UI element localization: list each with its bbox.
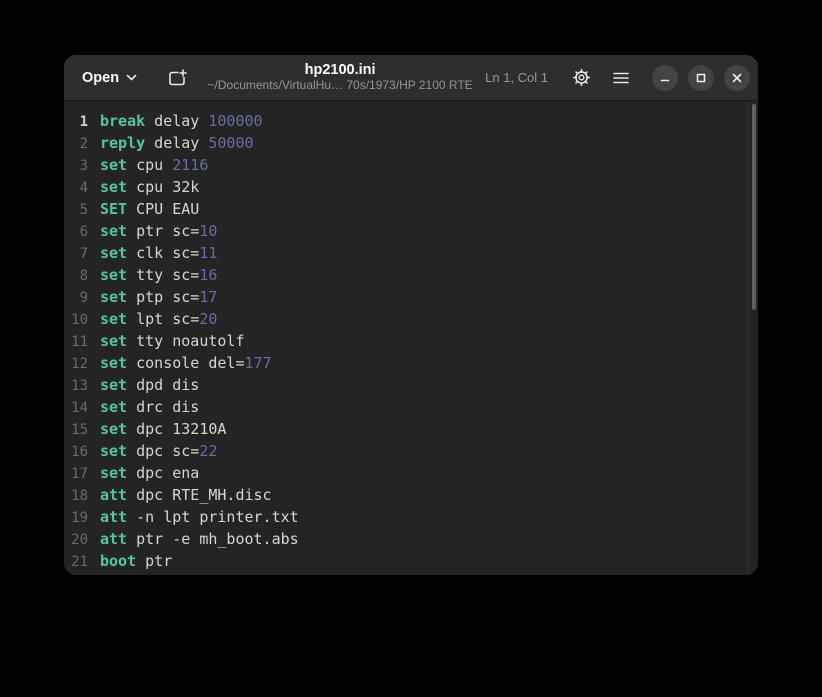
- scrollbar-track[interactable]: [748, 101, 758, 575]
- window-title: hp2100.ini: [305, 62, 376, 79]
- code-text: break delay 100000: [100, 110, 263, 132]
- code-line[interactable]: 7 set clk sc=11: [64, 242, 758, 264]
- code-line[interactable]: 19 att -n lpt printer.txt: [64, 506, 758, 528]
- code-text: set dpc sc=22: [100, 440, 217, 462]
- cursor-position[interactable]: Ln 1, Col 1: [485, 70, 548, 85]
- open-button[interactable]: Open: [72, 64, 147, 92]
- code-line[interactable]: 3 set cpu 2116: [64, 154, 758, 176]
- line-number: 19: [64, 507, 88, 529]
- minimize-icon: [659, 72, 671, 84]
- code-line[interactable]: 14 set drc dis: [64, 396, 758, 418]
- line-number: 14: [64, 397, 88, 419]
- line-number: 13: [64, 375, 88, 397]
- line-number: 11: [64, 331, 88, 353]
- line-number: 18: [64, 485, 88, 507]
- line-number: 2: [64, 133, 88, 155]
- line-number: 7: [64, 243, 88, 265]
- code-line[interactable]: 17 set dpc ena: [64, 462, 758, 484]
- code-text: set clk sc=11: [100, 242, 217, 264]
- maximize-icon: [695, 72, 707, 84]
- line-number: 5: [64, 199, 88, 221]
- code-text: set drc dis: [100, 396, 199, 418]
- close-button[interactable]: [724, 65, 750, 91]
- line-number: 20: [64, 529, 88, 551]
- code-line[interactable]: 5 SET CPU EAU: [64, 198, 758, 220]
- code-line[interactable]: 13 set dpd dis: [64, 374, 758, 396]
- line-number: 6: [64, 221, 88, 243]
- code-text: set tty sc=16: [100, 264, 217, 286]
- code-line[interactable]: 16 set dpc sc=22: [64, 440, 758, 462]
- window-title-block: hp2100.ini ~/Documents/VirtualHu… 70s/19…: [195, 62, 485, 92]
- code-text: set dpc 13210A: [100, 418, 226, 440]
- code-text: SET CPU EAU: [100, 198, 199, 220]
- code-text: att dpc RTE_MH.disc: [100, 484, 272, 506]
- code-line[interactable]: 9 set ptp sc=17: [64, 286, 758, 308]
- line-number: 12: [64, 353, 88, 375]
- line-number: 21: [64, 551, 88, 573]
- scrollbar-thumb[interactable]: [752, 104, 756, 310]
- close-icon: [731, 72, 743, 84]
- gear-icon: [572, 68, 591, 87]
- header-right-group: Ln 1, Col 1: [485, 62, 750, 94]
- text-editor-area[interactable]: 1 break delay 100000 2 reply delay 50000 3 se…: [64, 101, 758, 575]
- code-text: set console del=177: [100, 352, 272, 374]
- line-number: 9: [64, 287, 88, 309]
- tab-new-icon: [168, 69, 188, 87]
- code-line[interactable]: 2 reply delay 50000: [64, 132, 758, 154]
- menu-button[interactable]: [604, 62, 638, 94]
- code-line[interactable]: 11 set tty noautolf: [64, 330, 758, 352]
- line-number: 1: [64, 111, 88, 133]
- code-text: set ptp sc=17: [100, 286, 217, 308]
- code-line[interactable]: 4 set cpu 32k: [64, 176, 758, 198]
- new-tab-button[interactable]: [161, 62, 195, 94]
- code-line[interactable]: 10 set lpt sc=20: [64, 308, 758, 330]
- line-number: 15: [64, 419, 88, 441]
- file-path-subtitle: ~/Documents/VirtualHu… 70s/1973/HP 2100 …: [208, 79, 473, 93]
- header-bar: Open hp2100.ini ~/Documents/VirtualHu… 7…: [64, 55, 758, 101]
- code-text: set tty noautolf: [100, 330, 245, 352]
- code-text: set dpc ena: [100, 462, 199, 484]
- code-line[interactable]: 20 att ptr -e mh_boot.abs: [64, 528, 758, 550]
- line-number: 4: [64, 177, 88, 199]
- line-number: 10: [64, 309, 88, 331]
- code-text: set cpu 32k: [100, 176, 199, 198]
- maximize-button[interactable]: [688, 65, 714, 91]
- code-line[interactable]: 15 set dpc 13210A: [64, 418, 758, 440]
- chevron-down-icon: [126, 74, 137, 81]
- code-line[interactable]: 1 break delay 100000: [64, 110, 758, 132]
- code-line[interactable]: 12 set console del=177: [64, 352, 758, 374]
- code-text: set lpt sc=20: [100, 308, 217, 330]
- code-text: att -n lpt printer.txt: [100, 506, 299, 528]
- window-controls: [652, 65, 750, 91]
- header-left-group: Open: [72, 62, 195, 94]
- open-button-label: Open: [82, 70, 119, 86]
- text-editor-window: Open hp2100.ini ~/Documents/VirtualHu… 7…: [64, 55, 758, 575]
- code-line[interactable]: 21 boot ptr: [64, 550, 758, 572]
- code-line[interactable]: 6 set ptr sc=10: [64, 220, 758, 242]
- line-number: 3: [64, 155, 88, 177]
- code-line[interactable]: 8 set tty sc=16: [64, 264, 758, 286]
- code-lines: 1 break delay 100000 2 reply delay 50000 3 se…: [64, 110, 758, 572]
- code-text: set ptr sc=10: [100, 220, 217, 242]
- code-text: set cpu 2116: [100, 154, 208, 176]
- line-number: 8: [64, 265, 88, 287]
- code-text: boot ptr: [100, 550, 172, 572]
- settings-button[interactable]: [564, 62, 598, 94]
- code-text: set dpd dis: [100, 374, 199, 396]
- line-number: 16: [64, 441, 88, 463]
- code-line[interactable]: 18 att dpc RTE_MH.disc: [64, 484, 758, 506]
- line-number: 17: [64, 463, 88, 485]
- hamburger-icon: [613, 72, 629, 84]
- code-text: reply delay 50000: [100, 132, 254, 154]
- minimize-button[interactable]: [652, 65, 678, 91]
- code-text: att ptr -e mh_boot.abs: [100, 528, 299, 550]
